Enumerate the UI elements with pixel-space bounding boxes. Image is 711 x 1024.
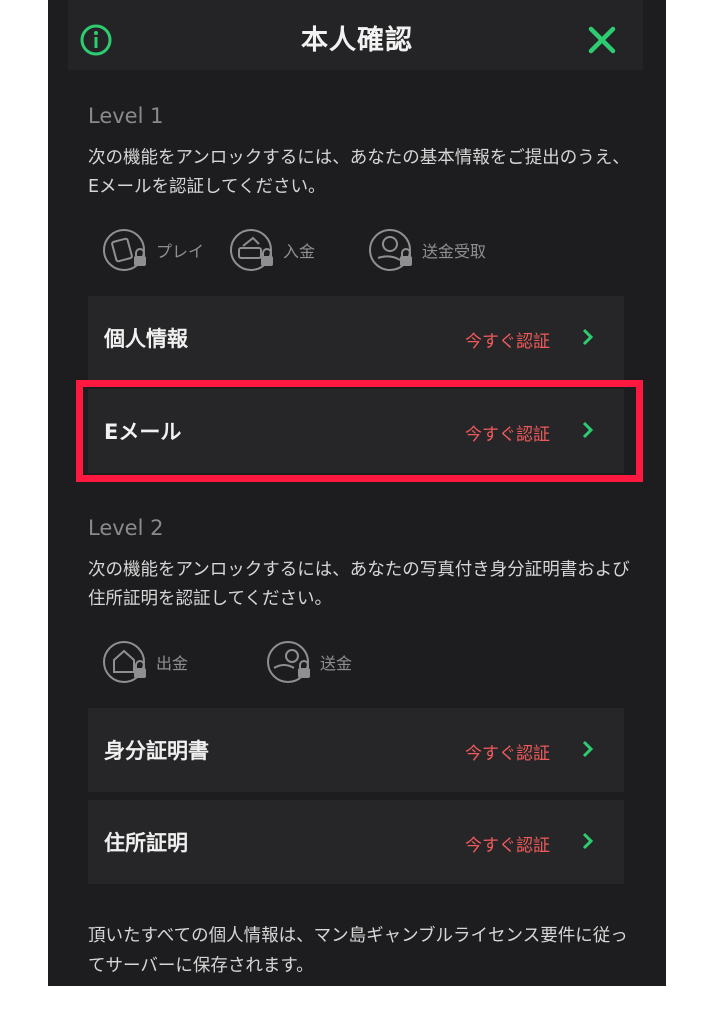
chevron-right-icon <box>582 740 594 758</box>
level1-description: 次の機能をアンロックするには、あなたの基本情報をご提出のうえ、Eメールを認証して… <box>88 148 630 197</box>
row-address-proof[interactable]: 住所証明 今すぐ認証 <box>88 800 624 884</box>
transfer-receive-lock-icon <box>369 229 412 271</box>
verify-now-link[interactable]: 今すぐ認証 <box>465 831 550 856</box>
send-money-lock-icon <box>267 641 310 683</box>
close-icon[interactable] <box>586 24 618 56</box>
verify-now-link[interactable]: 今すぐ認証 <box>465 739 550 764</box>
row-label: 住所証明 <box>104 831 188 855</box>
page-title: 本人確認 <box>301 25 413 56</box>
row-label: 個人情報 <box>104 327 188 351</box>
deposit-lock-icon <box>230 229 273 271</box>
chevron-right-icon <box>582 832 594 850</box>
privacy-notice: 頂いたすべての個人情報は、マン島ギャンブルライセンス要件に従ってサーバーに保存さ… <box>88 926 628 976</box>
row-label: 身分証明書 <box>104 739 209 763</box>
verification-screen: 本人確認 Level 1 次の機能をアンロックするには、あなたの基本情報をご提出… <box>48 0 666 986</box>
verify-now-link[interactable]: 今すぐ認証 <box>465 327 550 352</box>
feature-label: 送金受取 <box>422 242 487 261</box>
level2-description: 次の機能をアンロックするには、あなたの写真付き身分証明書および住所証明を認証して… <box>88 560 630 609</box>
feature-label: プレイ <box>156 242 205 261</box>
row-personal-info[interactable]: 個人情報 今すぐ認証 <box>88 296 624 380</box>
play-lock-icon <box>103 229 146 271</box>
row-id-document[interactable]: 身分証明書 今すぐ認証 <box>88 708 624 792</box>
feature-label: 出金 <box>156 654 189 673</box>
feature-label: 送金 <box>320 654 353 673</box>
level1-label: Level 1 <box>88 104 164 128</box>
level2-label: Level 2 <box>88 516 164 540</box>
feature-label: 入金 <box>283 242 316 261</box>
email-row-highlight <box>76 380 643 482</box>
chevron-right-icon <box>582 328 594 346</box>
withdraw-lock-icon <box>103 641 146 683</box>
